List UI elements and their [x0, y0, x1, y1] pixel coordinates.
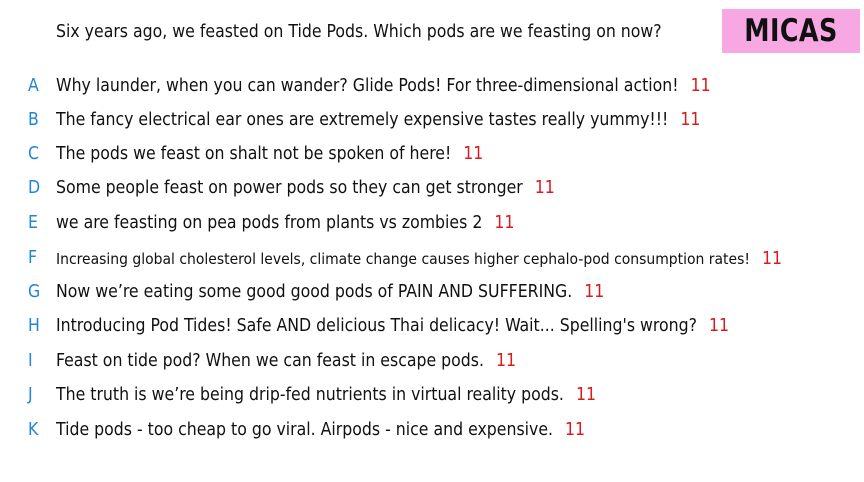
answer-count: 11 [575, 385, 596, 405]
answer-letter: I [28, 351, 33, 371]
answer-letter: E [28, 213, 38, 233]
answer-line: Some people feast on power pods so they … [56, 178, 555, 198]
answer-e: E we are feasting on pea pods from plant… [0, 207, 864, 241]
answer-count: 11 [680, 110, 701, 130]
answer-line: Increasing global cholesterol levels, cl… [56, 249, 782, 269]
answer-count: 11 [708, 316, 729, 336]
answer-letter: A [28, 76, 39, 96]
answer-count: 11 [463, 144, 484, 164]
answer-text: Tide pods - too cheap to go viral. Airpo… [56, 420, 554, 440]
answer-k: K Tide pods - too cheap to go viral. Air… [0, 414, 864, 448]
answer-text: Some people feast on power pods so they … [56, 178, 523, 198]
answer-a: A Why launder, when you can wander? Glid… [0, 70, 864, 104]
answer-count: 11 [534, 178, 555, 198]
answer-count: 11 [761, 249, 782, 269]
answer-line: Tide pods - too cheap to go viral. Airpo… [56, 420, 585, 440]
answer-text: Feast on tide pod? When we can feast in … [56, 351, 485, 371]
answer-letter: D [28, 178, 41, 198]
answer-count: 11 [690, 76, 711, 96]
answer-line: we are feasting on pea pods from plants … [56, 213, 514, 233]
answer-count: 11 [584, 282, 605, 302]
answer-j: J The truth is we’re being drip-fed nutr… [0, 379, 864, 413]
answer-f: F Increasing global cholesterol levels, … [0, 242, 864, 276]
answer-text: Increasing global cholesterol levels, cl… [56, 250, 750, 268]
answer-text: The truth is we’re being drip-fed nutrie… [56, 385, 564, 405]
answer-line: Feast on tide pod? When we can feast in … [56, 351, 516, 371]
question-text: Six years ago, we feasted on Tide Pods. … [56, 22, 662, 42]
answer-count: 11 [494, 213, 515, 233]
answer-line: Now we’re eating some good good pods of … [56, 282, 604, 302]
answer-text: The fancy electrical ear ones are extrem… [56, 110, 669, 130]
answer-count: 11 [565, 420, 586, 440]
answer-line: Why launder, when you can wander? Glide … [56, 76, 711, 96]
answer-line: The fancy electrical ear ones are extrem… [56, 110, 700, 130]
answer-c: C The pods we feast on shalt not be spok… [0, 138, 864, 172]
answer-text: Now we’re eating some good good pods of … [56, 282, 573, 302]
answer-letter: B [28, 110, 39, 130]
answer-i: I Feast on tide pod? When we can feast i… [0, 345, 864, 379]
logo-text: MICAS [744, 13, 838, 49]
answer-letter: F [28, 248, 38, 268]
answer-d: D Some people feast on power pods so the… [0, 172, 864, 206]
answer-letter: C [28, 144, 39, 164]
answer-line: The pods we feast on shalt not be spoken… [56, 144, 483, 164]
answer-line: The truth is we’re being drip-fed nutrie… [56, 385, 596, 405]
micas-logo: MICAS [722, 9, 860, 53]
answer-line: Introducing Pod Tides! Safe AND deliciou… [56, 316, 729, 336]
answer-g: G Now we’re eating some good good pods o… [0, 276, 864, 310]
answer-letter: K [28, 420, 39, 440]
answer-letter: H [28, 316, 40, 336]
answer-text: Why launder, when you can wander? Glide … [56, 76, 679, 96]
answer-count: 11 [496, 351, 517, 371]
answer-h: H Introducing Pod Tides! Safe AND delici… [0, 310, 864, 344]
answer-letter: G [28, 282, 41, 302]
answer-text: The pods we feast on shalt not be spoken… [56, 144, 452, 164]
answer-text: Introducing Pod Tides! Safe AND deliciou… [56, 316, 697, 336]
answer-letter: J [28, 385, 33, 405]
answer-text: we are feasting on pea pods from plants … [56, 213, 483, 233]
answer-b: B The fancy electrical ear ones are extr… [0, 104, 864, 138]
